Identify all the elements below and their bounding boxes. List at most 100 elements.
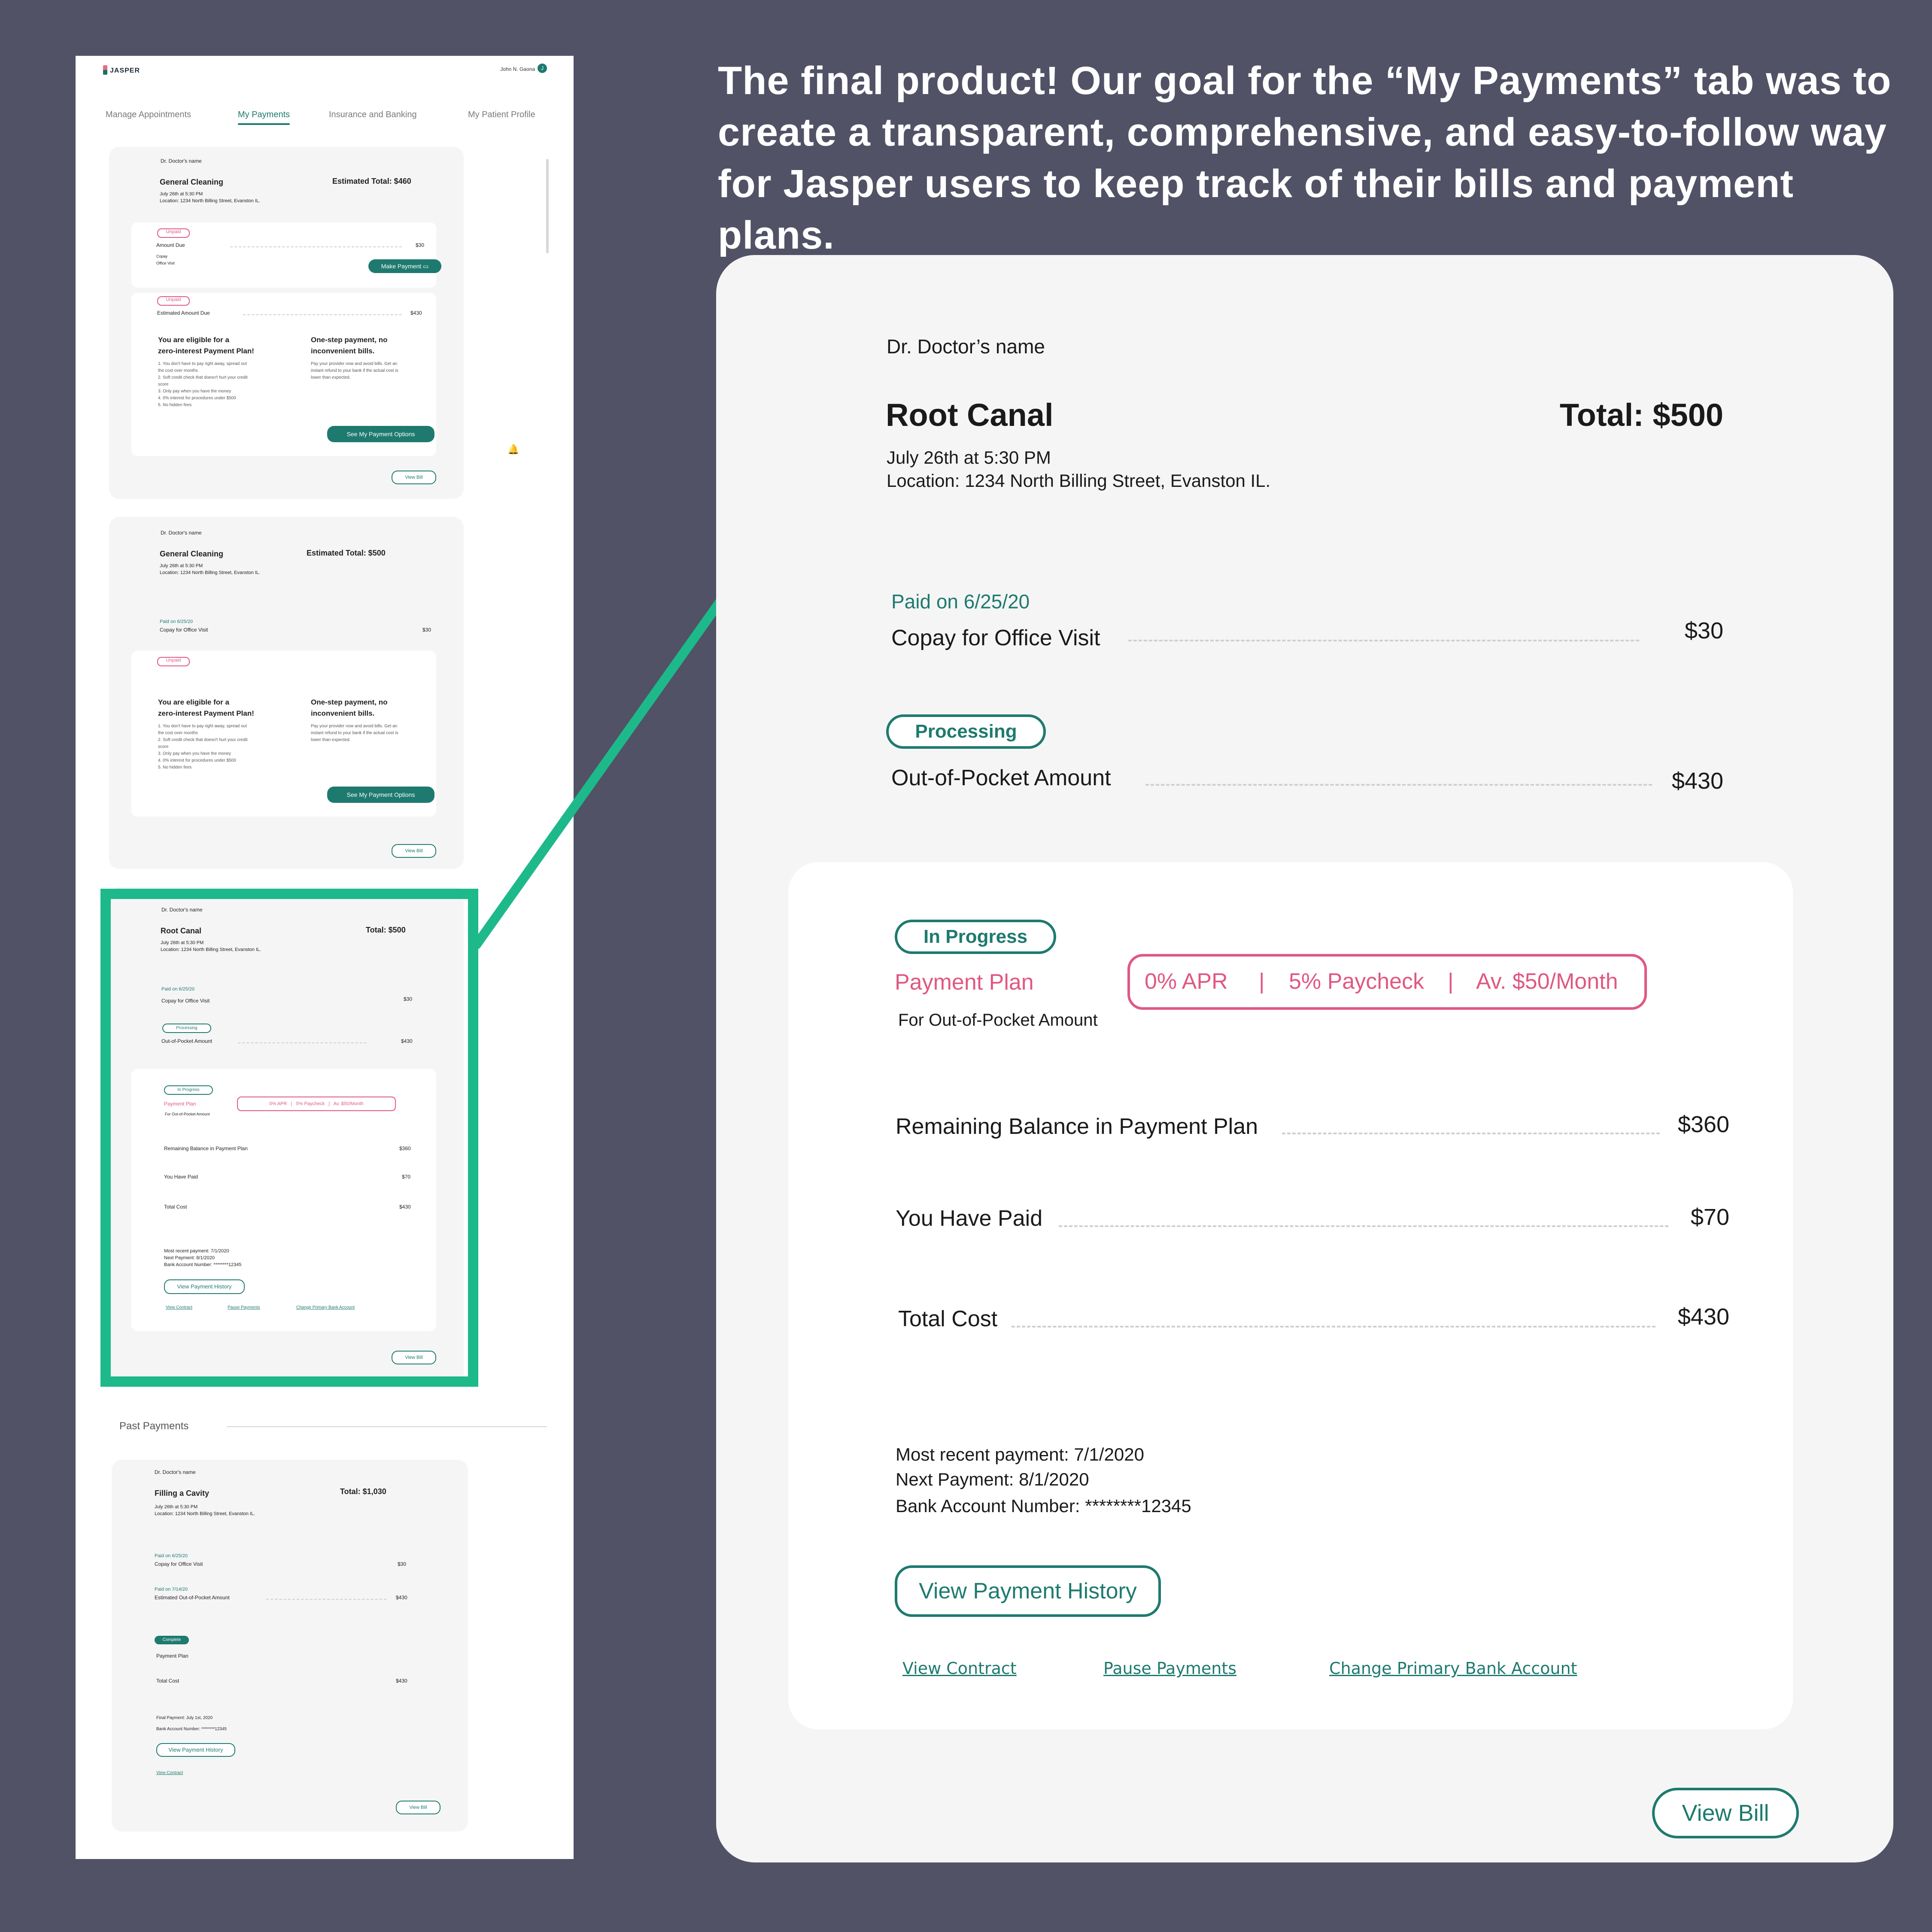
appointment-location: Location: 1234 North Billing Street, Eva…: [160, 198, 261, 204]
bell-icon[interactable]: 🔔: [507, 444, 519, 455]
paid-on: Paid on 6/25/20: [891, 590, 1030, 613]
zoomed-bill-card: Dr. Doctor’s name Root Canal Total: $500…: [716, 255, 1893, 1862]
plan-label: Payment Plan: [156, 1653, 188, 1659]
tab-patient-profile[interactable]: My Patient Profile: [468, 110, 535, 120]
copay-value: $30: [422, 627, 431, 633]
tab-manage-appointments[interactable]: Manage Appointments: [106, 110, 191, 120]
onestep-body: lower than expected.: [311, 375, 351, 380]
unpaid-badge: Unpaid: [157, 228, 190, 238]
paid-label: You Have Paid: [896, 1206, 1043, 1231]
onestep-body: instant refund to your bank if the actua…: [311, 731, 398, 735]
view-bill-button[interactable]: View Bill: [1652, 1788, 1799, 1838]
est-label: Estimated Out-of-Pocket Amount: [155, 1595, 230, 1601]
unpaid-badge: Unpaid: [157, 657, 190, 666]
next-payment: Next Payment: 8/1/2020: [896, 1469, 1089, 1489]
oop-value: $430: [1671, 768, 1723, 794]
estimate-panel: Unpaid Estimated Amount Due $430 You are…: [131, 293, 436, 456]
view-contract-link[interactable]: View Contract: [156, 1771, 183, 1775]
eligible-title-2: zero-interest Payment Plan!: [158, 709, 254, 717]
onestep-title-2: inconvenient bills.: [311, 347, 375, 355]
view-payment-history-button[interactable]: View Payment History: [895, 1565, 1161, 1617]
remaining-label: Remaining Balance in Payment Plan: [896, 1114, 1258, 1139]
eligible-point: score: [158, 744, 169, 749]
highlight-frame: [100, 889, 478, 1387]
scrollbar[interactable]: [546, 159, 549, 253]
estimated-total: Estimated Total: $500: [307, 549, 386, 557]
view-payment-history-button[interactable]: View Payment History: [156, 1743, 235, 1757]
bill-card-2: Dr. Doctor's name General Cleaning Estim…: [109, 517, 464, 869]
make-payment-button[interactable]: Make Payment ▭: [368, 259, 441, 273]
appointment-location: Location: 1234 North Billing Street, Eva…: [155, 1511, 255, 1516]
appointment-date: July 26th at 5:30 PM: [160, 563, 203, 568]
jasper-logo: JASPER: [103, 65, 140, 75]
cost-value: $430: [1677, 1304, 1729, 1330]
eligible-title-2: zero-interest Payment Plan!: [158, 347, 254, 355]
appointment-location: Location: 1234 North Billing Street, Eva…: [160, 570, 261, 575]
separator: |: [1448, 969, 1454, 994]
onestep-title-1: One-step payment, no: [311, 336, 388, 344]
copay-value: $30: [1684, 618, 1723, 644]
payment-plan-label: Payment Plan: [895, 970, 1034, 995]
unpaid-badge: Unpaid: [157, 296, 190, 306]
doctor-name: Dr. Doctor's name: [161, 158, 202, 164]
eligible-point: the cost over months: [158, 731, 198, 735]
tab-insurance-banking[interactable]: Insurance and Banking: [329, 110, 417, 120]
pause-payments-link[interactable]: Pause Payments: [1103, 1659, 1236, 1678]
divider: [227, 1426, 547, 1427]
eligible-title-1: You are eligible for a: [158, 698, 229, 706]
final-payment: Final Payment: July 1st, 2020: [156, 1716, 213, 1720]
eligible-point: 4. 0% interest for procedures under $500: [158, 758, 236, 763]
total: Total: $500: [1559, 397, 1723, 433]
separator: |: [1259, 969, 1265, 994]
onestep-body: Pay your provider now and avoid bills. G…: [311, 724, 398, 729]
amount-due-sub2: Office Visit: [156, 261, 175, 265]
estimated-amount-value: $430: [410, 310, 422, 316]
onestep-body: Pay your provider now and avoid bills. G…: [311, 361, 398, 366]
see-payment-options-button[interactable]: See My Payment Options: [327, 787, 434, 803]
eligible-point: 3. Only pay when you have the money: [158, 389, 231, 394]
paid-on: Paid on 7/14/20: [155, 1587, 188, 1592]
paid-value: $70: [1690, 1204, 1729, 1230]
appointment-date: July 26th at 5:30 PM: [887, 447, 1051, 468]
eligible-point: 5. No hidden fees: [158, 765, 192, 770]
eligible-point: 5. No hidden fees: [158, 403, 192, 407]
copay-label: Copay for Office Visit: [155, 1561, 203, 1567]
appointment-date: July 26th at 5:30 PM: [155, 1504, 198, 1510]
eligible-point: 2. Soft credit check that doesn't hurt y…: [158, 375, 248, 380]
eligible-point: 1. You don't have to pay right away, spr…: [158, 361, 247, 366]
copay-value: $30: [398, 1561, 407, 1567]
estimated-total: Estimated Total: $460: [332, 177, 411, 185]
user-avatar[interactable]: J: [538, 64, 547, 73]
eligible-point: 3. Only pay when you have the money: [158, 751, 231, 756]
doctor-name: Dr. Doctor’s name: [887, 335, 1045, 358]
view-contract-link[interactable]: View Contract: [902, 1659, 1017, 1678]
caption-text: The final product! Our goal for the “My …: [718, 59, 1892, 257]
eligible-point: 1. You don't have to pay right away, spr…: [158, 724, 247, 729]
processing-badge: Processing: [886, 714, 1046, 749]
tab-my-payments[interactable]: My Payments: [238, 110, 290, 125]
past-bill-card: Dr. Doctor's name Filling a Cavity Total…: [112, 1460, 468, 1832]
appointment-date: July 26th at 5:30 PM: [160, 191, 203, 197]
eligible-point: 4. 0% interest for procedures under $500: [158, 396, 236, 401]
onestep-body: instant refund to your bank if the actua…: [311, 368, 398, 373]
onestep-title-1: One-step payment, no: [311, 698, 388, 706]
paid-on: Paid on 6/25/20: [160, 619, 193, 624]
view-bill-button[interactable]: View Bill: [392, 844, 436, 858]
procedure-name: General Cleaning: [160, 178, 224, 186]
user-name: John N. Gaona: [500, 66, 535, 72]
procedure-name: Root Canal: [886, 397, 1054, 433]
change-bank-link[interactable]: Change Primary Bank Account: [1329, 1659, 1577, 1678]
oop-label: Out-of-Pocket Amount: [891, 766, 1111, 790]
payment-plan-panel: In Progress Payment Plan 0% APR | 5% Pay…: [788, 862, 1793, 1729]
see-payment-options-button[interactable]: See My Payment Options: [327, 426, 434, 442]
paid-on: Paid on 6/25/20: [155, 1553, 188, 1558]
cost-label: Total Cost: [898, 1306, 998, 1331]
eligible-point: score: [158, 382, 169, 387]
complete-badge: Complete: [155, 1636, 189, 1644]
estimate-panel: Unpaid You are eligible for a zero-inter…: [131, 651, 436, 817]
view-bill-button[interactable]: View Bill: [392, 471, 436, 484]
onestep-body: lower than expected.: [311, 738, 351, 742]
view-bill-button[interactable]: View Bill: [396, 1801, 440, 1814]
procedure-name: General Cleaning: [160, 550, 224, 558]
cost-value: $430: [396, 1678, 407, 1684]
